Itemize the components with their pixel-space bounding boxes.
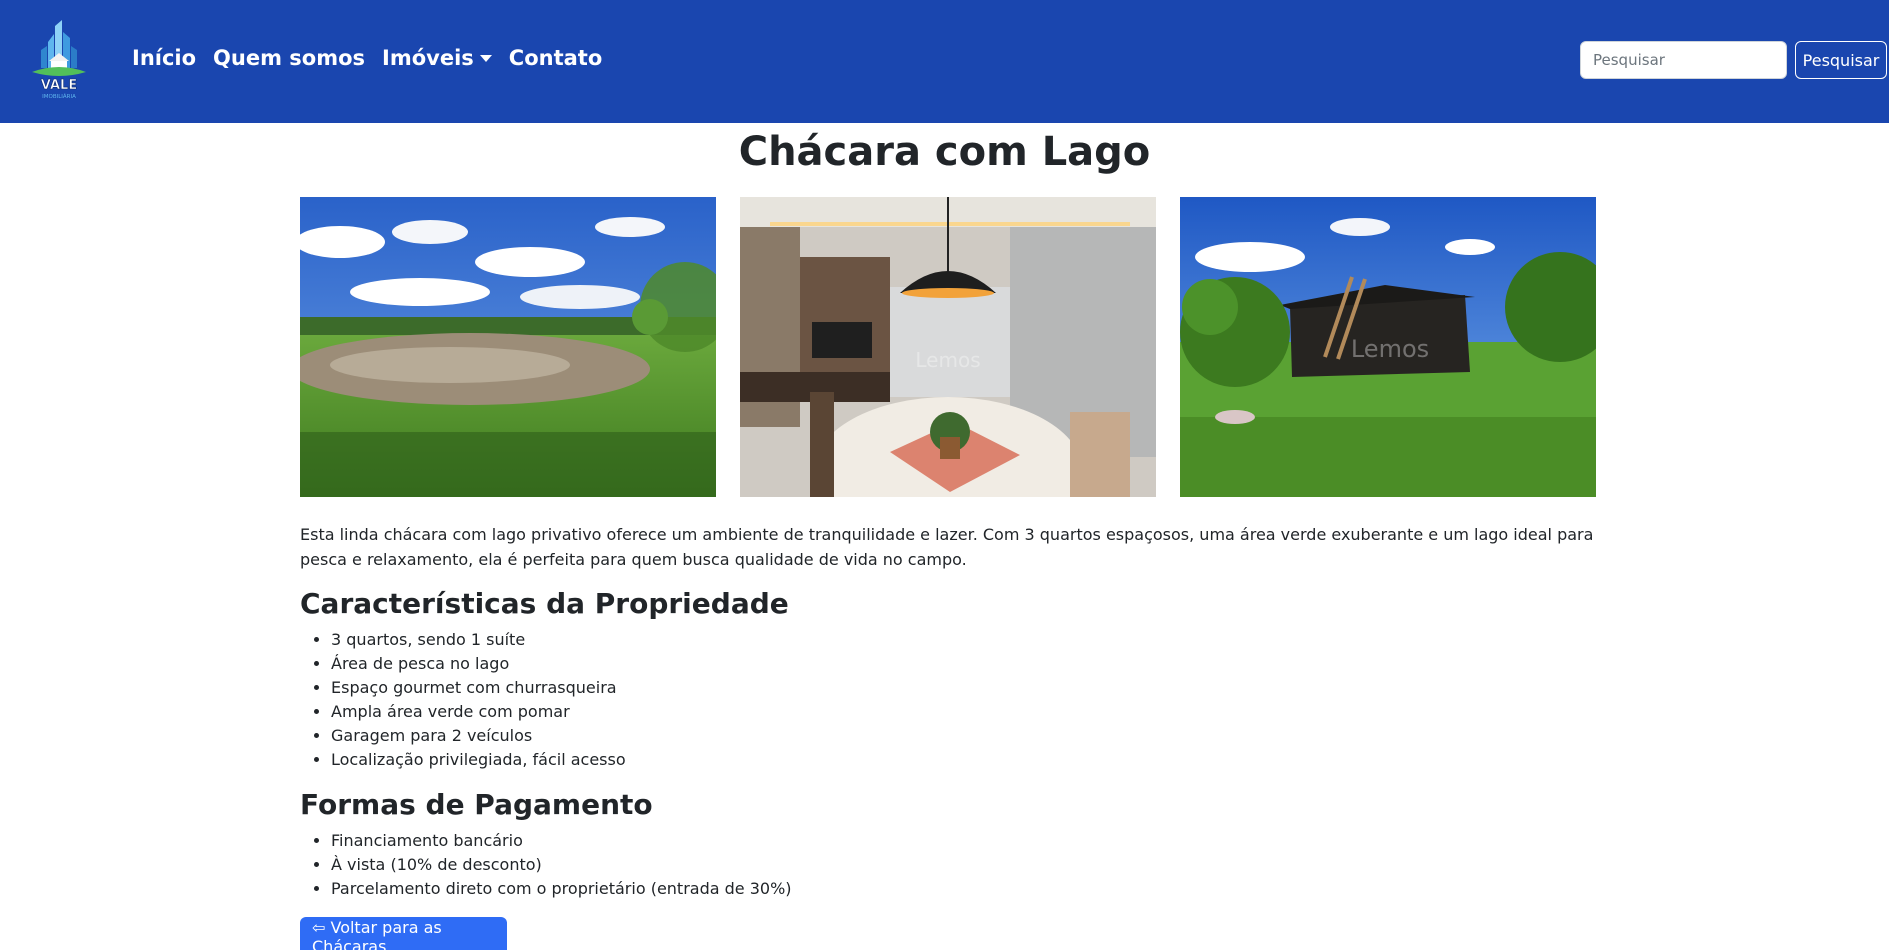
- list-item: Área de pesca no lago: [331, 652, 626, 676]
- list-item: Localização privilegiada, fácil acesso: [331, 748, 626, 772]
- search-button[interactable]: Pesquisar: [1795, 41, 1887, 79]
- nav-links: Início Quem somos Imóveis Contato: [132, 46, 602, 70]
- list-item: À vista (10% de desconto): [331, 853, 792, 877]
- list-item: Ampla área verde com pomar: [331, 700, 626, 724]
- dining-room-interior-photo[interactable]: Lemos: [740, 197, 1156, 497]
- navbar: VALE IMOBILIÁRIA Início Quem somos Imóve…: [0, 0, 1889, 123]
- photo-watermark: Lemos: [915, 348, 980, 372]
- dark-wooden-cabin-in-garden-photo[interactable]: Lemos: [1180, 197, 1596, 497]
- nav-link-quem-somos[interactable]: Quem somos: [213, 46, 365, 70]
- page-title: Chácara com Lago: [738, 129, 1151, 175]
- nav-link-label: Quem somos: [213, 46, 366, 70]
- nav-link-inicio[interactable]: Início: [132, 46, 196, 70]
- caret-down-icon: [479, 54, 492, 62]
- list-item: Parcelamento direto com o proprietário (…: [331, 877, 792, 901]
- vale-imobiliaria-logo[interactable]: VALE IMOBILIÁRIA: [28, 20, 90, 100]
- nav-link-contato[interactable]: Contato: [509, 46, 602, 70]
- list-item: 3 quartos, sendo 1 suíte: [331, 628, 626, 652]
- list-item: Garagem para 2 veículos: [331, 724, 626, 748]
- payment-heading: Formas de Pagamento: [300, 788, 653, 821]
- features-heading: Características da Propriedade: [300, 587, 789, 620]
- back-to-chacaras-button[interactable]: ⇦ Voltar para as Chácaras: [300, 917, 507, 950]
- list-item: Espaço gourmet com churrasqueira: [331, 676, 626, 700]
- property-description: Esta linda chácara com lago privativo of…: [300, 525, 1594, 569]
- nav-link-label: Imóveis: [382, 46, 474, 70]
- nav-link-label: Contato: [508, 46, 603, 70]
- svg-text:IMOBILIÁRIA: IMOBILIÁRIA: [42, 93, 76, 100]
- nav-link-label: Início: [132, 46, 197, 70]
- list-item: Financiamento bancário: [331, 829, 792, 853]
- photo-watermark: Lemos: [1351, 335, 1429, 363]
- lake-with-green-field-photo[interactable]: [300, 197, 716, 497]
- nav-dropdown-imoveis[interactable]: Imóveis: [382, 46, 492, 70]
- payment-list: Financiamento bancário À vista (10% de d…: [331, 829, 792, 901]
- search-input[interactable]: [1580, 41, 1787, 79]
- features-list: 3 quartos, sendo 1 suíte Área de pesca n…: [331, 628, 626, 772]
- svg-text:VALE: VALE: [41, 78, 77, 93]
